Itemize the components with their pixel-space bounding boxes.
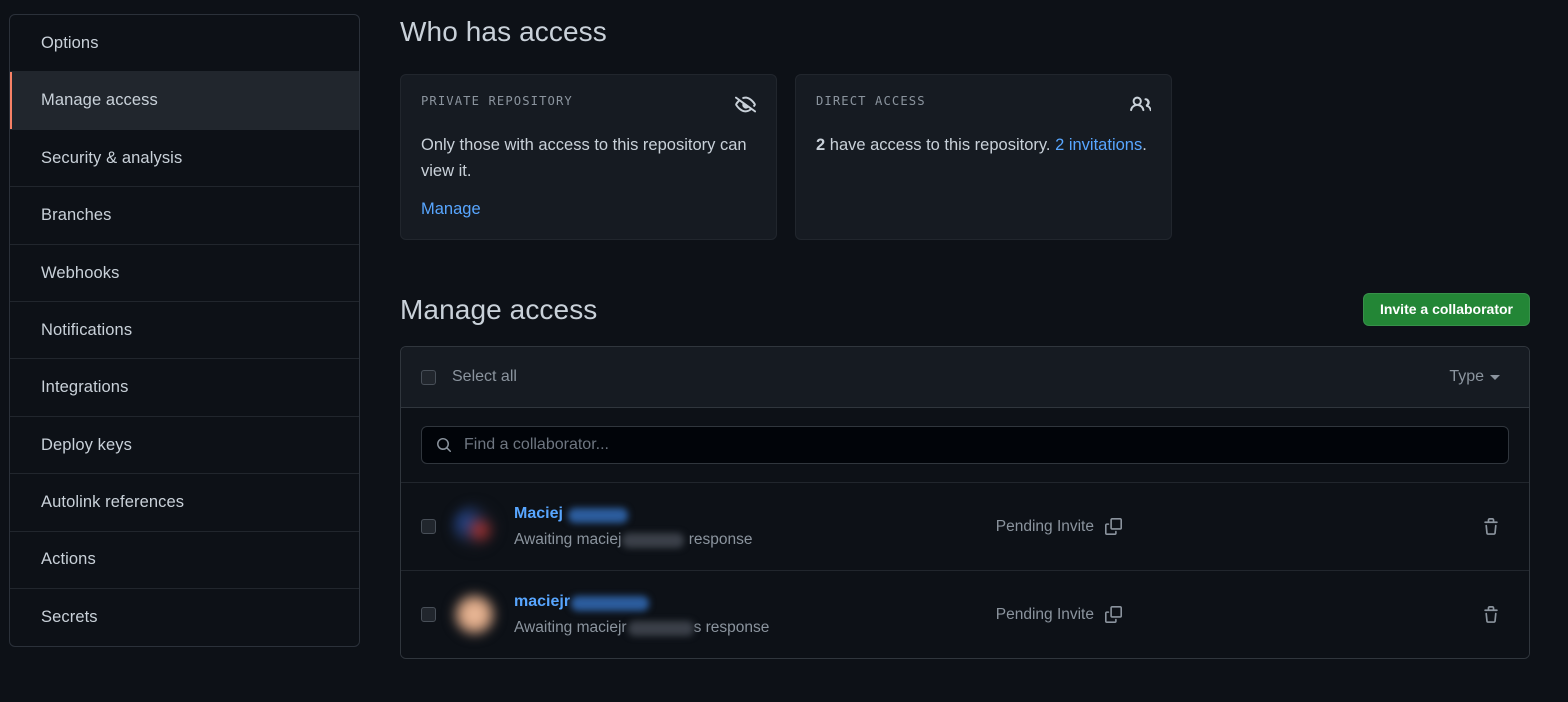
sidebar-item-notifications[interactable]: Notifications [10, 302, 359, 360]
private-repository-description: Only those with access to this repositor… [421, 136, 747, 180]
collaborators-toolbar: Select all Type [401, 347, 1529, 409]
sidebar-item-label: Webhooks [41, 263, 120, 282]
collaborator-status-text: Awaiting maciejr s response [514, 618, 996, 638]
settings-sidebar: Options Manage access Security & analysis B… [9, 14, 360, 648]
direct-access-text: have access to this repository. [825, 136, 1056, 154]
collaborator-search-input[interactable] [452, 436, 1508, 455]
sidebar-item-label: Manage access [41, 91, 158, 110]
pending-invite-label: Pending Invite [995, 517, 1094, 535]
type-filter-dropdown[interactable]: Type [1449, 368, 1500, 386]
clipboard-icon[interactable] [1105, 518, 1122, 536]
collaborator-status-text: Awaiting maciej response [514, 530, 996, 550]
collaborator-checkbox[interactable] [421, 519, 436, 535]
direct-access-description: 2 have access to this repository. 2 invi… [816, 133, 1151, 159]
sidebar-item-actions[interactable]: Actions [10, 532, 359, 589]
collaborator-name[interactable]: Maciej [514, 503, 996, 525]
card-header: PRIVATE REPOSITORY [421, 94, 757, 120]
direct-access-card: DIRECT ACCESS 2 have access to this repo… [795, 74, 1172, 241]
awaiting-suffix: response [684, 530, 753, 548]
pending-invite-label: Pending Invite [995, 605, 1094, 623]
select-all-label: Select all [452, 368, 517, 386]
sidebar-item-security-analysis[interactable]: Security & analysis [10, 130, 359, 188]
sidebar-container: Options Manage access Security & analysis B… [0, 0, 360, 648]
redacted-username [627, 621, 694, 637]
page-title: Who has access [400, 16, 607, 47]
awaiting-prefix: Awaiting maciejr [514, 618, 627, 636]
redacted-name [571, 595, 650, 611]
collaborator-row: Maciej Awaiting maciej response Pending I… [401, 482, 1529, 571]
private-repository-card: PRIVATE REPOSITORY Only those with acces… [400, 74, 777, 241]
card-header: DIRECT ACCESS [816, 94, 1152, 120]
manage-access-title: Manage access [400, 293, 598, 325]
collaborators-panel: Select all Type Maciej Awaiting [400, 346, 1530, 660]
sidebar-item-label: Security & analysis [41, 148, 183, 167]
invitations-link[interactable]: 2 invitations [1055, 136, 1142, 154]
sidebar-item-secrets[interactable]: Secrets [10, 589, 359, 646]
pending-invite-status: Pending Invite [996, 518, 1122, 536]
sidebar-item-label: Notifications [41, 320, 133, 339]
select-all-checkbox[interactable] [421, 369, 436, 385]
collaborators-list: Maciej Awaiting maciej response Pending I… [401, 482, 1529, 659]
sidebar-item-options[interactable]: Options [10, 15, 359, 73]
eye-slash-icon [735, 94, 757, 120]
sidebar-item-label: Autolink references [41, 493, 185, 512]
direct-access-suffix: . [1142, 136, 1147, 154]
sidebar-item-branches[interactable]: Branches [10, 187, 359, 245]
pending-invite-status: Pending Invite [996, 606, 1122, 624]
search-icon [436, 437, 452, 453]
access-cards: PRIVATE REPOSITORY Only those with acces… [400, 74, 1530, 241]
manage-access-header: Manage access Invite a collaborator [400, 288, 1530, 330]
remove-collaborator-button[interactable] [1482, 605, 1500, 624]
sidebar-item-label: Integrations [41, 378, 129, 397]
clipboard-icon[interactable] [1105, 606, 1122, 624]
sidebar-item-label: Secrets [41, 608, 98, 627]
sidebar-item-label: Options [41, 33, 99, 52]
sidebar-item-manage-access[interactable]: Manage access [10, 72, 359, 130]
search-container [401, 408, 1529, 483]
collaborator-identity: maciejr Awaiting maciejr s response [514, 591, 996, 638]
avatar [452, 504, 497, 550]
collaborator-search-field[interactable] [421, 426, 1509, 465]
collaborator-row: maciejr Awaiting maciejr s response Pending… [401, 570, 1529, 659]
avatar [452, 592, 497, 638]
settings-page: Options Manage access Security & analysis B… [0, 0, 1568, 702]
sidebar-item-deploy-keys[interactable]: Deploy keys [10, 417, 359, 475]
remove-collaborator-button[interactable] [1482, 517, 1500, 536]
collaborator-name-text: maciejr [514, 593, 571, 611]
sidebar-item-label: Deploy keys [41, 435, 132, 454]
awaiting-prefix: Awaiting maciej [514, 530, 622, 548]
invite-a-collaborator-button[interactable]: Invite a collaborator [1362, 292, 1530, 326]
redacted-name [568, 507, 629, 523]
people-icon [1130, 94, 1152, 120]
main-content: Who has access PRIVATE REPOSITORY Only t… [360, 0, 1568, 660]
sidebar-item-autolink-references[interactable]: Autolink references [10, 474, 359, 532]
collaborator-name[interactable]: maciejr [514, 591, 996, 613]
sidebar-item-webhooks[interactable]: Webhooks [10, 245, 359, 302]
direct-access-count: 2 [816, 136, 826, 154]
redacted-username [622, 533, 685, 549]
manage-visibility-link[interactable]: Manage [421, 200, 481, 219]
sidebar-item-label: Actions [41, 550, 96, 569]
sidebar-item-label: Branches [41, 206, 112, 225]
collaborator-checkbox[interactable] [421, 607, 436, 623]
private-repository-label: PRIVATE REPOSITORY [421, 94, 573, 108]
collaborator-name-text: Maciej [514, 505, 568, 523]
sidebar-item-integrations[interactable]: Integrations [10, 359, 359, 417]
chevron-down-icon [1490, 374, 1500, 380]
awaiting-suffix: s response [693, 618, 770, 636]
collaborator-identity: Maciej Awaiting maciej response [514, 503, 996, 550]
type-filter-label: Type [1449, 368, 1484, 386]
select-all-control[interactable]: Select all [421, 368, 517, 386]
direct-access-label: DIRECT ACCESS [816, 94, 926, 108]
